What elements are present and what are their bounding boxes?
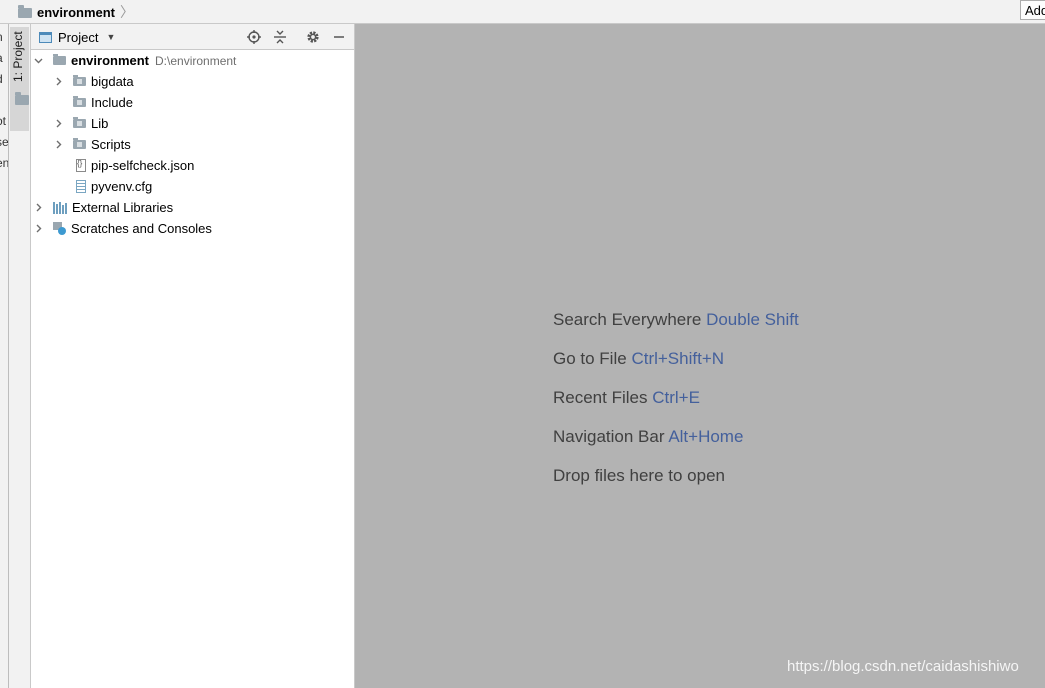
navigation-bar: environment 〉 Add bbox=[0, 0, 1045, 24]
chevron-down-icon: ▼ bbox=[106, 32, 116, 42]
tree-node-label: environment bbox=[71, 53, 150, 68]
breadcrumb[interactable]: environment 〉 bbox=[18, 3, 134, 21]
scratches-icon bbox=[53, 222, 66, 235]
cut-text: ot bbox=[0, 114, 7, 128]
hint-recent-files: Recent Files Ctrl+E bbox=[553, 388, 799, 427]
hint-label: Recent Files bbox=[553, 388, 648, 407]
chevron-right-icon[interactable] bbox=[53, 119, 63, 128]
project-tool-button[interactable]: 1: Project bbox=[10, 27, 29, 131]
panel-title: Project bbox=[58, 29, 99, 45]
cut-text: en bbox=[0, 156, 9, 170]
folder-icon bbox=[73, 96, 86, 107]
editor-hints: Search Everywhere Double Shift Go to Fil… bbox=[553, 310, 799, 505]
tree-node-label: pip-selfcheck.json bbox=[91, 158, 195, 173]
tree-node-scratches[interactable]: Scratches and Consoles bbox=[31, 218, 356, 239]
tree-node-label: bigdata bbox=[91, 74, 134, 89]
hint-label: Drop files here to open bbox=[553, 466, 725, 485]
hint-shortcut: Double Shift bbox=[706, 310, 799, 329]
folder-icon bbox=[18, 5, 32, 18]
chevron-right-icon[interactable] bbox=[33, 224, 43, 233]
tree-node-environment[interactable]: environment D:\environment bbox=[31, 50, 356, 71]
hide-panel-button[interactable] bbox=[330, 24, 348, 50]
project-tool-label: 1: Project bbox=[11, 31, 25, 82]
tree-node-pip-selfcheck[interactable]: pip-selfcheck.json bbox=[31, 155, 376, 176]
hint-search-everywhere: Search Everywhere Double Shift bbox=[553, 310, 799, 349]
hint-label: Search Everywhere bbox=[553, 310, 702, 329]
cut-text: a bbox=[0, 51, 3, 65]
add-button[interactable]: Add bbox=[1020, 0, 1045, 20]
tree-node-scripts[interactable]: Scripts bbox=[31, 134, 376, 155]
project-panel: Project ▼ environment D:\environment big… bbox=[31, 24, 355, 688]
collapse-all-icon bbox=[271, 28, 289, 46]
hint-shortcut: Ctrl+E bbox=[652, 388, 700, 407]
json-file-icon bbox=[76, 159, 86, 172]
tree-node-label: External Libraries bbox=[72, 200, 174, 215]
chevron-right-icon[interactable] bbox=[53, 140, 63, 149]
chevron-down-icon[interactable] bbox=[33, 56, 43, 65]
tree-node-label: Scripts bbox=[91, 137, 131, 152]
tree-node-label: Lib bbox=[91, 116, 109, 131]
gear-icon bbox=[304, 28, 322, 46]
folder-icon bbox=[73, 117, 86, 128]
locate-icon bbox=[245, 28, 263, 46]
tree-node-include[interactable]: Include bbox=[31, 92, 376, 113]
minimize-icon bbox=[330, 28, 348, 46]
watermark: https://blog.csdn.net/caidashishiwo bbox=[787, 658, 1019, 675]
hint-navigation-bar: Navigation Bar Alt+Home bbox=[553, 427, 799, 466]
chevron-right-icon[interactable] bbox=[53, 77, 63, 86]
tree-node-pyvenv[interactable]: pyvenv.cfg bbox=[31, 176, 376, 197]
tree-node-lib[interactable]: Lib bbox=[31, 113, 376, 134]
folder-icon bbox=[73, 138, 86, 149]
tree-node-label: Scratches and Consoles bbox=[71, 221, 212, 236]
editor-empty-area[interactable]: Search Everywhere Double Shift Go to Fil… bbox=[355, 24, 1045, 688]
hint-shortcut: Ctrl+Shift+N bbox=[631, 349, 725, 368]
folder-icon bbox=[53, 54, 66, 65]
hint-go-to-file: Go to File Ctrl+Shift+N bbox=[553, 349, 799, 388]
tree-node-path: D:\environment bbox=[155, 53, 237, 68]
cut-text: d bbox=[0, 72, 3, 86]
cut-text: se bbox=[0, 135, 9, 149]
hint-drop-files: Drop files here to open bbox=[553, 466, 799, 505]
hint-shortcut: Alt+Home bbox=[668, 427, 744, 446]
settings-button[interactable] bbox=[304, 24, 322, 50]
config-file-icon bbox=[76, 180, 86, 193]
folder-icon bbox=[15, 92, 29, 105]
project-icon bbox=[39, 31, 52, 43]
breadcrumb-label: environment bbox=[37, 4, 116, 20]
view-selector[interactable]: Project ▼ bbox=[39, 28, 115, 46]
left-cut-panel: n a d ot se en bbox=[0, 24, 9, 688]
collapse-all-button[interactable] bbox=[271, 24, 289, 50]
folder-icon bbox=[73, 75, 86, 86]
hint-label: Navigation Bar bbox=[553, 427, 665, 446]
project-panel-header: Project ▼ bbox=[31, 24, 354, 50]
chevron-right-icon[interactable] bbox=[33, 203, 43, 212]
tree-node-label: Include bbox=[91, 95, 133, 110]
libraries-icon bbox=[53, 201, 67, 214]
cut-text: n bbox=[0, 30, 3, 44]
tree-node-bigdata[interactable]: bigdata bbox=[31, 71, 376, 92]
tool-window-stripe: 1: Project bbox=[9, 24, 31, 688]
tree-node-label: pyvenv.cfg bbox=[91, 179, 153, 194]
hint-label: Go to File bbox=[553, 349, 627, 368]
locate-button[interactable] bbox=[245, 24, 263, 50]
tree-node-external-libraries[interactable]: External Libraries bbox=[31, 197, 356, 218]
breadcrumb-separator: 〉 bbox=[120, 4, 135, 20]
